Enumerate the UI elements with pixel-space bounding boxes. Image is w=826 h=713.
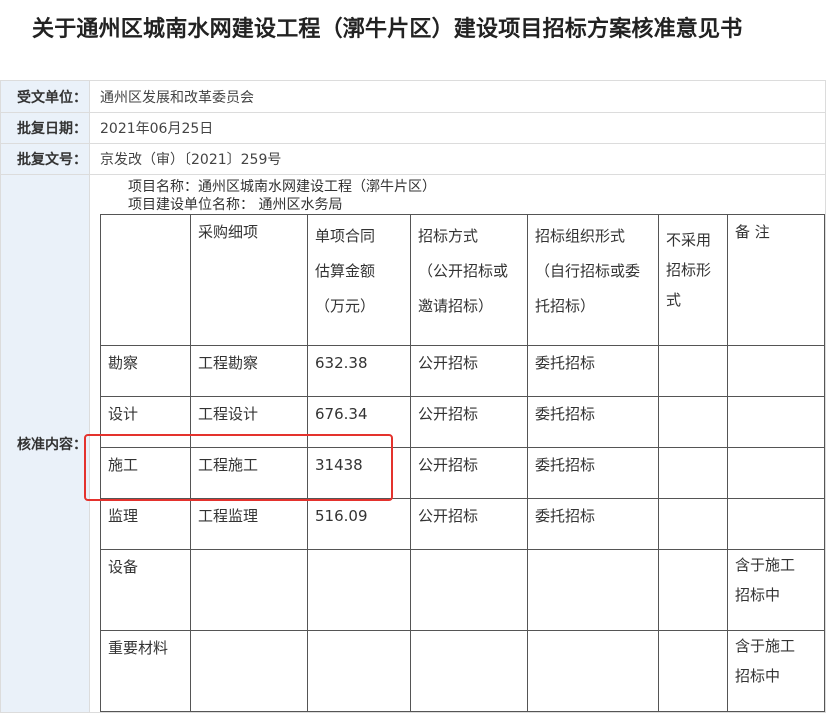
date-value: 2021年06月25日 xyxy=(89,112,826,144)
row-category: 设备 xyxy=(100,549,191,631)
row-org: 委托招标 xyxy=(527,447,659,499)
header-method: 招标方式 （公开招标或 邀请招标） xyxy=(410,214,528,346)
receiver-value: 通州区发展和改革委员会 xyxy=(89,80,826,113)
date-label: 批复日期： xyxy=(0,112,90,144)
table-row: 施工 工程施工 31438 公开招标 委托招标 xyxy=(100,447,825,499)
table-row: 勘察 工程勘察 632.38 公开招标 委托招标 xyxy=(100,345,825,397)
content-label: 核准内容： xyxy=(0,174,90,713)
row-category: 重要材料 xyxy=(100,630,191,712)
table-row: 设计 工程设计 676.34 公开招标 委托招标 xyxy=(100,396,825,448)
row-amount xyxy=(307,630,411,712)
table-row: 设备 含于施工 招标中 xyxy=(100,549,825,631)
row-note xyxy=(727,396,825,448)
row-no-bid xyxy=(658,396,728,448)
header-org-form: 招标组织形式 （自行招标或委 托招标） xyxy=(527,214,659,346)
doc-no-label: 批复文号： xyxy=(0,143,90,175)
row-item: 工程勘察 xyxy=(190,345,308,397)
row-amount: 516.09 xyxy=(307,498,411,550)
row-method: 公开招标 xyxy=(410,498,528,550)
header-no-bid: 不采用 招标形式 xyxy=(658,214,728,346)
row-item: 工程监理 xyxy=(190,498,308,550)
row-method: 公开招标 xyxy=(410,396,528,448)
approval-info-table: 受文单位： 通州区发展和改革委员会 批复日期： 2021年06月25日 批复文号… xyxy=(0,80,826,713)
content-cell: 项目名称：通州区城南水网建设工程（漷牛片区） 项目建设单位名称： 通州区水务局 … xyxy=(89,174,826,713)
row-method xyxy=(410,549,528,631)
doc-no-value: 京发改（审）〔2021〕259号 xyxy=(89,143,826,175)
row-no-bid xyxy=(658,345,728,397)
row-no-bid xyxy=(658,549,728,631)
row-no-bid xyxy=(658,447,728,499)
header-category xyxy=(100,214,191,346)
row-org xyxy=(527,549,659,631)
row-method: 公开招标 xyxy=(410,345,528,397)
page-title: 关于通州区城南水网建设工程（漷牛片区）建设项目招标方案核准意见书 xyxy=(32,17,743,42)
row-method xyxy=(410,630,528,712)
receiver-label: 受文单位： xyxy=(0,80,90,113)
row-item: 工程设计 xyxy=(190,396,308,448)
row-category: 勘察 xyxy=(100,345,191,397)
header-note: 备 注 xyxy=(727,214,825,346)
row-note xyxy=(727,498,825,550)
header-item: 采购细项 xyxy=(190,214,308,346)
row-amount: 676.34 xyxy=(307,396,411,448)
row-no-bid xyxy=(658,498,728,550)
row-note xyxy=(727,447,825,499)
table-row: 重要材料 含于施工 招标中 xyxy=(100,630,825,712)
table-header-row: 采购细项 单项合同 估算金额 （万元） 招标方式 （公开招标或 邀请招标） 招标组织形式… xyxy=(100,214,825,346)
row-item xyxy=(190,630,308,712)
row-method: 公开招标 xyxy=(410,447,528,499)
row-org xyxy=(527,630,659,712)
row-note: 含于施工 招标中 xyxy=(727,549,825,631)
row-no-bid xyxy=(658,630,728,712)
row-note: 含于施工 招标中 xyxy=(727,630,825,712)
table-row: 监理 工程监理 516.09 公开招标 委托招标 xyxy=(100,498,825,550)
row-item xyxy=(190,549,308,631)
row-category: 监理 xyxy=(100,498,191,550)
bidding-plan-table: 采购细项 单项合同 估算金额 （万元） 招标方式 （公开招标或 邀请招标） 招标组织形式… xyxy=(100,214,825,712)
row-org: 委托招标 xyxy=(527,396,659,448)
row-amount xyxy=(307,549,411,631)
row-org: 委托招标 xyxy=(527,345,659,397)
row-note xyxy=(727,345,825,397)
header-amount: 单项合同 估算金额 （万元） xyxy=(307,214,411,346)
row-category: 设计 xyxy=(100,396,191,448)
row-org: 委托招标 xyxy=(527,498,659,550)
row-category: 施工 xyxy=(100,447,191,499)
project-unit-line: 项目建设单位名称： 通州区水务局 xyxy=(128,197,343,213)
row-amount: 31438 xyxy=(307,447,411,499)
row-item: 工程施工 xyxy=(190,447,308,499)
row-amount: 632.38 xyxy=(307,345,411,397)
project-name-line: 项目名称：通州区城南水网建设工程（漷牛片区） xyxy=(128,179,436,195)
